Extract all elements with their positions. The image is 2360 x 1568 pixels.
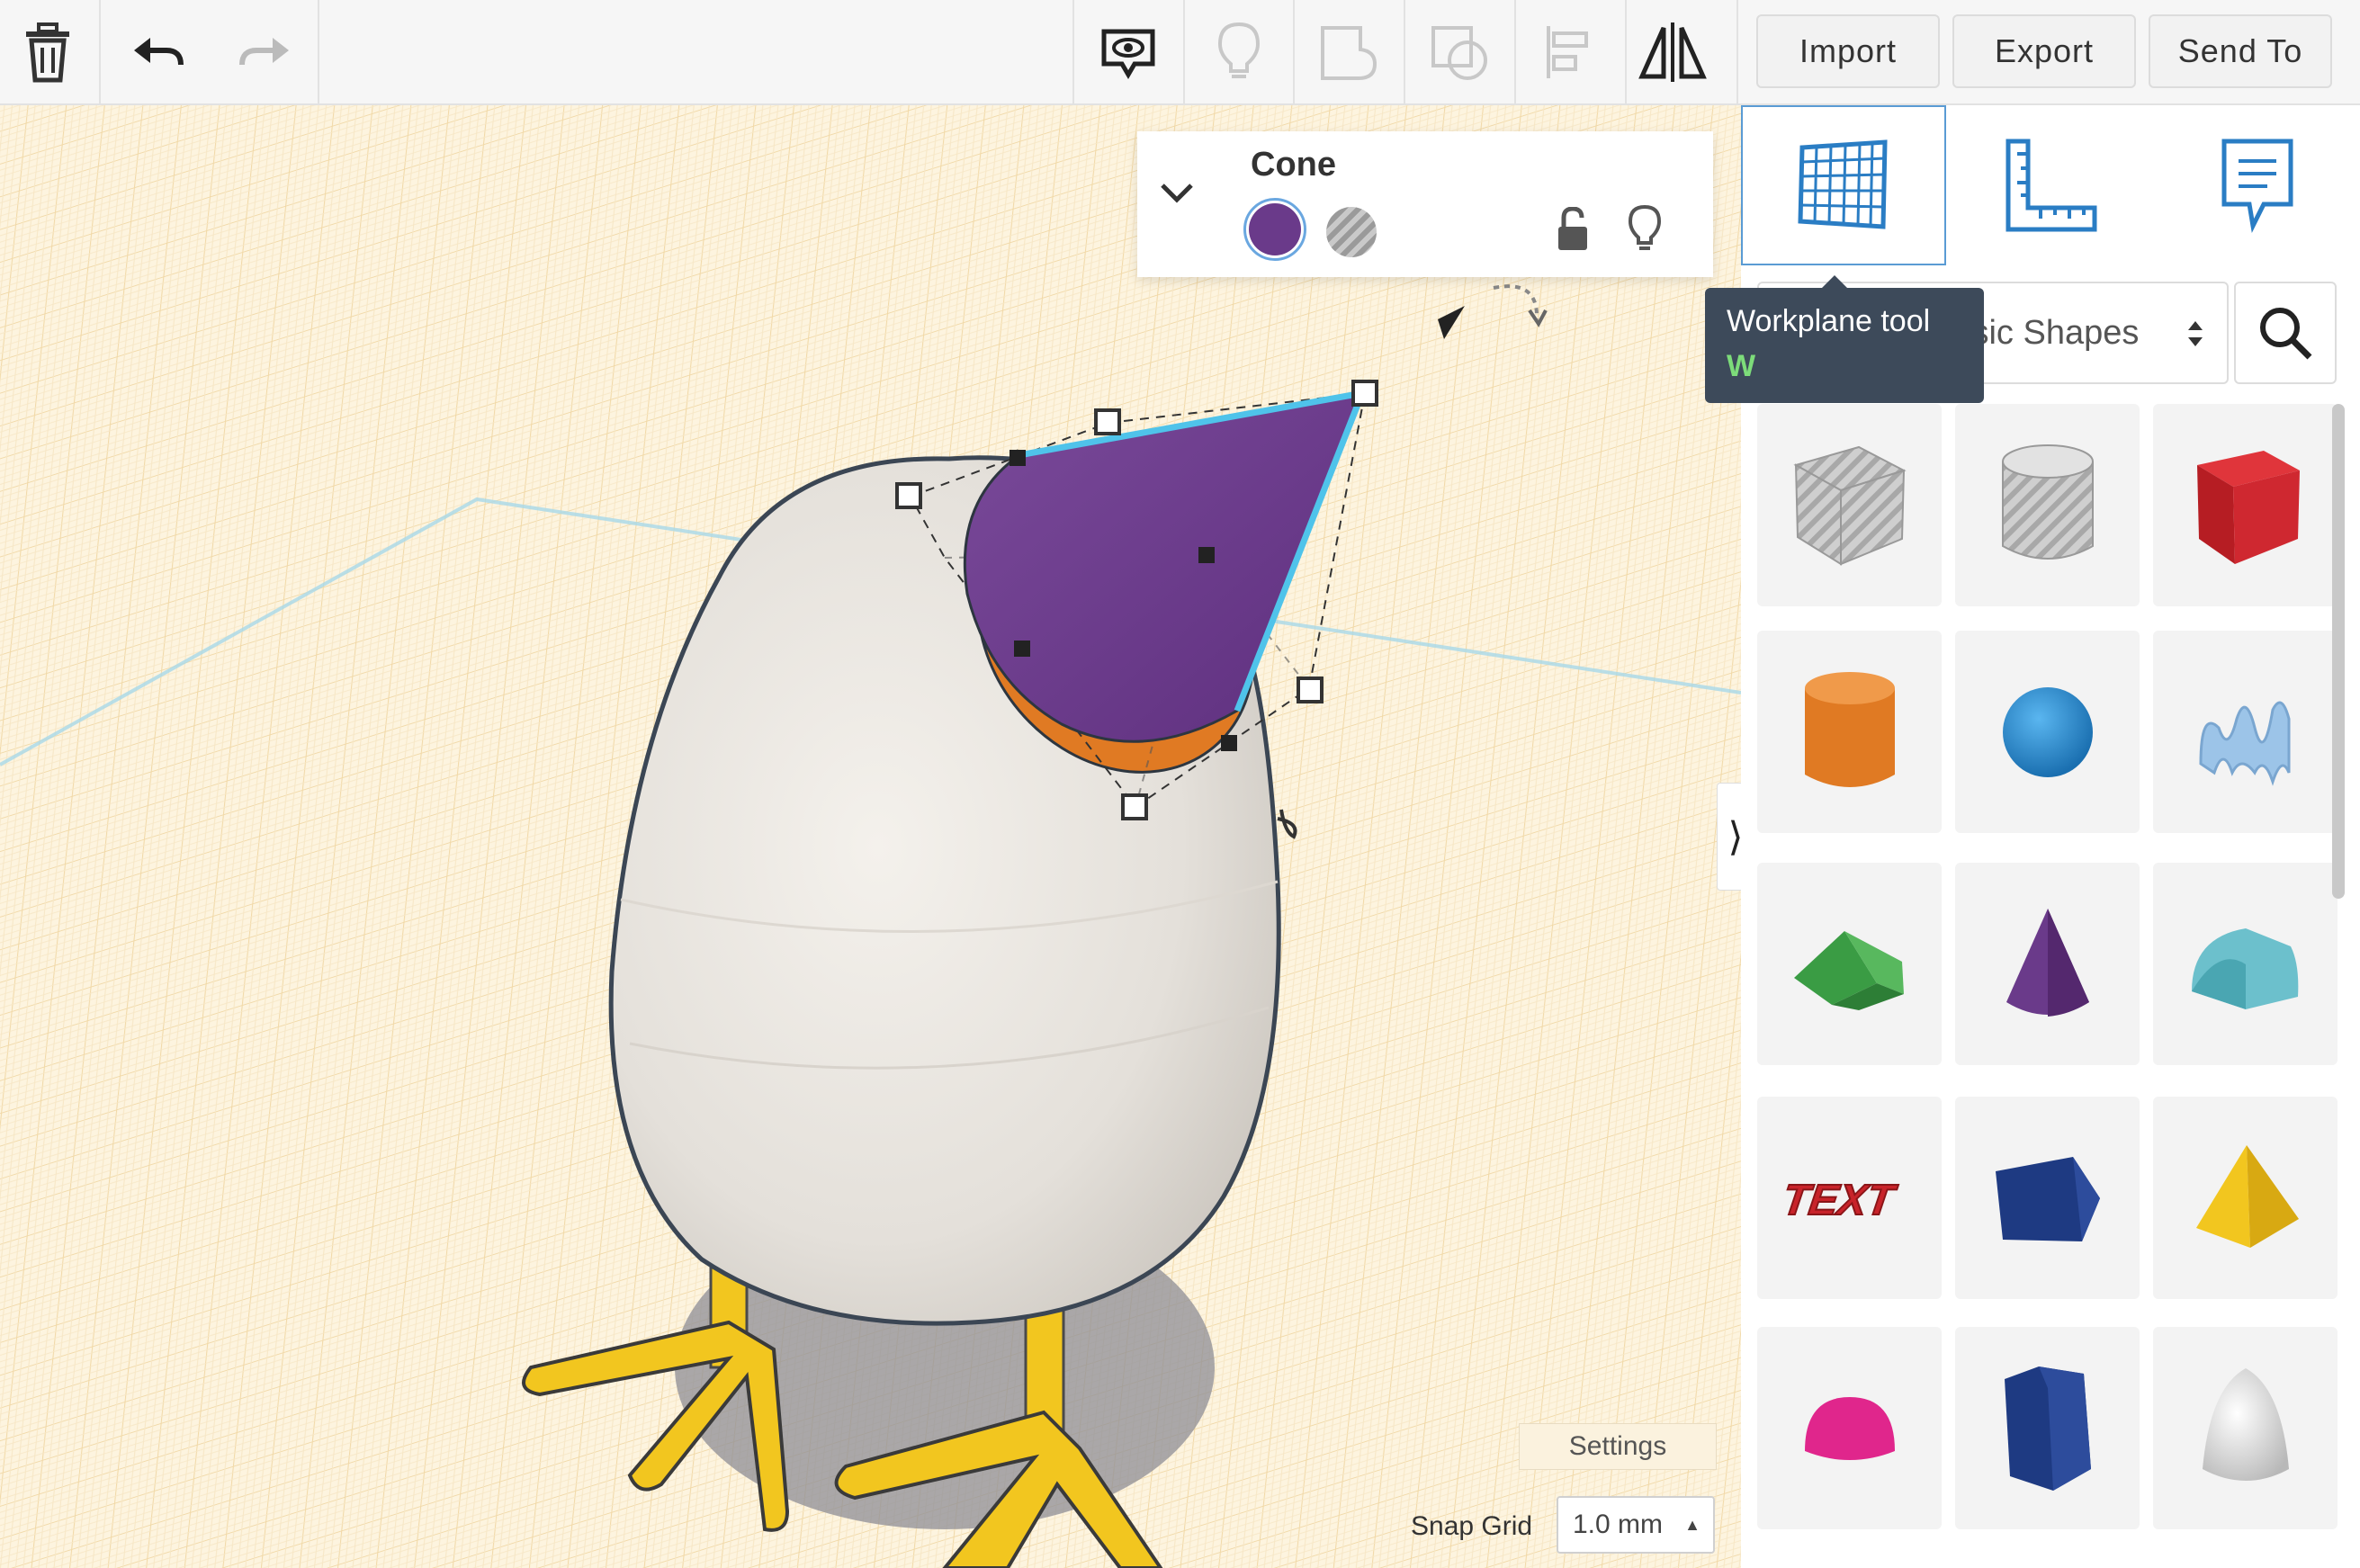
shape-round-roof[interactable] [2153, 863, 2338, 1065]
redo-icon[interactable] [225, 0, 306, 103]
send-to-button[interactable]: Send To [2149, 14, 2332, 88]
show-all-icon[interactable] [1075, 0, 1181, 103]
shape-wedge[interactable] [1955, 1097, 2140, 1299]
caret-up-icon: ▲ [1684, 1515, 1700, 1534]
ruler-icon[interactable] [1948, 105, 2153, 265]
chevron-down-icon[interactable] [1159, 182, 1195, 210]
mirror-icon[interactable] [1628, 0, 1718, 103]
unlock-icon[interactable] [1555, 206, 1591, 258]
shape-half-sphere[interactable] [1757, 1327, 1942, 1529]
shape-inspector: Cone [1137, 131, 1713, 277]
workplane-viewport[interactable]: Settings Snap Grid 1.0 mm ▲ [0, 105, 1741, 1568]
shape-name[interactable]: Cone [1251, 146, 1336, 184]
hole-swatch[interactable] [1326, 207, 1377, 257]
shape-cone[interactable] [1955, 863, 2140, 1065]
lightbulb-icon[interactable] [1186, 0, 1292, 103]
snap-grid-select[interactable]: 1.0 mm ▲ [1557, 1496, 1715, 1554]
snap-grid-label: Snap Grid [1411, 1511, 1533, 1541]
group-icon[interactable] [1296, 0, 1402, 103]
shape-roof[interactable] [1757, 863, 1942, 1065]
main-toolbar: Import Export Send To [0, 0, 2360, 105]
export-button[interactable]: Export [1952, 14, 2136, 88]
tooltip-shortcut: W [1727, 349, 1756, 383]
shape-pyramid[interactable] [2153, 1097, 2338, 1299]
shape-cylinder[interactable] [1757, 631, 1942, 833]
solid-color-swatch[interactable] [1243, 198, 1306, 261]
workplane-grid-icon[interactable] [1741, 105, 1946, 265]
undo-icon[interactable] [117, 0, 198, 103]
workplane-tooltip: Workplane tool W [1705, 275, 1984, 403]
shape-cylinder-hole[interactable] [1955, 404, 2140, 606]
ungroup-icon[interactable] [1406, 0, 1512, 103]
snap-grid-value: 1.0 mm [1573, 1510, 1664, 1539]
align-icon[interactable] [1517, 0, 1623, 103]
notes-icon[interactable] [2155, 105, 2360, 265]
shape-polygon[interactable] [1955, 1327, 2140, 1529]
settings-button[interactable]: Settings [1519, 1423, 1717, 1470]
svg-text:TEXT: TEXT [1782, 1176, 1900, 1224]
shape-sphere[interactable] [1955, 631, 2140, 833]
import-button[interactable]: Import [1756, 14, 1940, 88]
search-icon[interactable] [2234, 282, 2337, 384]
trash-icon[interactable] [0, 0, 94, 103]
shape-box[interactable] [2153, 404, 2338, 606]
shape-box-hole[interactable] [1757, 404, 1942, 606]
scene-canvas[interactable] [0, 105, 1741, 1568]
updown-icon [2188, 321, 2203, 346]
shape-text[interactable]: TEXT [1757, 1097, 1942, 1299]
tooltip-title: Workplane tool [1727, 304, 1931, 338]
panel-scrollbar[interactable] [2332, 404, 2345, 899]
shape-scribble[interactable] [2153, 631, 2338, 833]
shape-paraboloid[interactable] [2153, 1327, 2338, 1529]
lightbulb-icon[interactable] [1627, 203, 1663, 260]
